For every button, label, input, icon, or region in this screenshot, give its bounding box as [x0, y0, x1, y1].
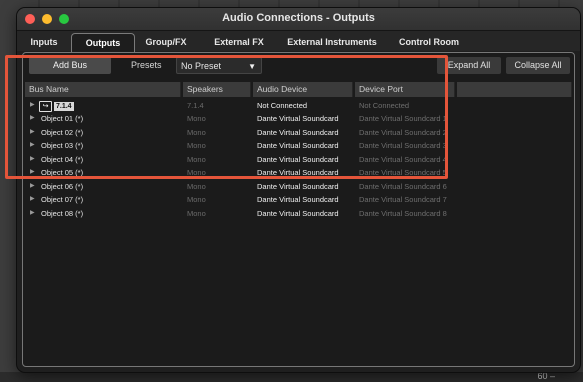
bus-speakers: Mono — [187, 168, 206, 177]
chevron-down-icon: ▼ — [248, 62, 256, 71]
table-row-main-bus[interactable]: ▶ ↪ 7.1.4 7.1.4 Not Connected Not Connect… — [25, 99, 572, 112]
device-port[interactable]: Dante Virtual Soundcard 1 — [359, 112, 447, 125]
expand-all-button[interactable]: Expand All — [437, 57, 501, 74]
toolbar: Add Bus Presets No Preset ▼ Expand All C… — [23, 57, 574, 77]
column-device-port[interactable]: Device Port — [355, 82, 455, 97]
audio-connections-window: Audio Connections - Outputs Inputs Outpu… — [17, 8, 580, 372]
device-port[interactable]: Dante Virtual Soundcard 5 — [359, 166, 447, 179]
tab-group-fx[interactable]: Group/FX — [141, 33, 191, 51]
column-bus-name[interactable]: Bus Name — [25, 82, 181, 97]
column-audio-device[interactable]: Audio Device — [253, 82, 353, 97]
audio-device[interactable]: Dante Virtual Soundcard — [257, 126, 339, 139]
presets-label: Presets — [131, 60, 162, 70]
expand-arrow-icon[interactable]: ▶ — [30, 99, 35, 112]
outputs-panel: Add Bus Presets No Preset ▼ Expand All C… — [22, 52, 575, 367]
device-port[interactable]: Dante Virtual Soundcard 6 — [359, 180, 447, 193]
bus-speakers: Mono — [187, 141, 206, 150]
bus-name: Object 04 (*) — [41, 154, 84, 164]
title-bar[interactable]: Audio Connections - Outputs — [17, 8, 580, 31]
table-row[interactable]: ▶ Object 06 (*) Mono Dante Virtual Sound… — [25, 180, 572, 193]
tab-control-room[interactable]: Control Room — [395, 33, 463, 51]
preset-value: No Preset — [181, 61, 222, 71]
column-extra — [457, 82, 572, 97]
main-bus-name: ↪ 7.1.4 — [39, 99, 74, 112]
expand-arrow-icon[interactable]: ▶ — [30, 193, 35, 206]
bus-speakers: Mono — [187, 195, 206, 204]
main-bus-device[interactable]: Not Connected — [257, 99, 307, 112]
tab-outputs[interactable]: Outputs — [71, 33, 135, 52]
bus-name: Object 01 (*) — [41, 114, 84, 123]
table-row[interactable]: ▶ Object 07 (*) Mono Dante Virtual Sound… — [25, 193, 572, 206]
audio-device[interactable]: Dante Virtual Soundcard — [257, 112, 339, 125]
bus-name: Object 08 (*) — [41, 208, 84, 218]
expand-arrow-icon[interactable]: ▶ — [30, 139, 35, 152]
bus-name: Object 05 (*) — [41, 168, 84, 177]
add-bus-button[interactable]: Add Bus — [29, 57, 111, 74]
bus-speakers: Mono — [187, 114, 206, 123]
audio-device[interactable]: Dante Virtual Soundcard — [257, 193, 339, 206]
preset-select[interactable]: No Preset ▼ — [176, 57, 262, 74]
output-bus-icon: ↪ — [39, 100, 52, 112]
audio-device[interactable]: Dante Virtual Soundcard — [257, 166, 339, 179]
audio-device[interactable]: Dante Virtual Soundcard — [257, 207, 339, 220]
expand-arrow-icon[interactable]: ▶ — [30, 112, 35, 125]
main-bus-port[interactable]: Not Connected — [359, 99, 409, 112]
expand-arrow-icon[interactable]: ▶ — [30, 180, 35, 193]
tab-external-fx[interactable]: External FX — [207, 33, 271, 51]
bus-speakers: Mono — [187, 154, 206, 164]
expand-arrow-icon[interactable]: ▶ — [30, 126, 35, 139]
column-speakers[interactable]: Speakers — [183, 82, 251, 97]
expand-arrow-icon[interactable]: ▶ — [30, 153, 35, 166]
bus-speakers: Mono — [187, 208, 206, 218]
table-row[interactable]: ▶ Object 04 (*) Mono Dante Virtual Sound… — [25, 153, 572, 166]
device-port[interactable]: Dante Virtual Soundcard 2 — [359, 126, 447, 139]
expand-arrow-icon[interactable]: ▶ — [30, 166, 35, 179]
device-port[interactable]: Dante Virtual Soundcard 7 — [359, 193, 447, 206]
bus-name: Object 03 (*) — [41, 141, 84, 150]
main-bus-speakers: 7.1.4 — [187, 101, 204, 110]
expand-arrow-icon[interactable]: ▶ — [30, 207, 35, 220]
table-header: Bus Name Speakers Audio Device Device Po… — [25, 82, 572, 97]
table-row[interactable]: ▶ Object 02 (*) Mono Dante Virtual Sound… — [25, 126, 572, 139]
bus-name: Object 02 (*) — [41, 127, 84, 137]
tab-inputs[interactable]: Inputs — [23, 33, 65, 51]
table-row[interactable]: ▶ Object 01 (*) Mono Dante Virtual Sound… — [25, 112, 572, 125]
table-row[interactable]: ▶ Object 05 (*) Mono Dante Virtual Sound… — [25, 166, 572, 179]
bus-name: Object 07 (*) — [41, 195, 84, 204]
bus-speakers: Mono — [187, 127, 206, 137]
table-row[interactable]: ▶ Object 03 (*) Mono Dante Virtual Sound… — [25, 139, 572, 152]
tab-bar: Inputs Outputs Group/FX External FX Exte… — [17, 31, 580, 52]
audio-device[interactable]: Dante Virtual Soundcard — [257, 153, 339, 166]
background-corner-label: 60 – — [537, 371, 555, 381]
tab-external-instruments[interactable]: External Instruments — [287, 33, 377, 51]
device-port[interactable]: Dante Virtual Soundcard 8 — [359, 207, 447, 220]
background-strip: 60 – — [0, 371, 583, 382]
bus-name: Object 06 (*) — [41, 181, 84, 191]
audio-device[interactable]: Dante Virtual Soundcard — [257, 180, 339, 193]
device-port[interactable]: Dante Virtual Soundcard 4 — [359, 153, 447, 166]
audio-device[interactable]: Dante Virtual Soundcard — [257, 139, 339, 152]
bus-format-badge: 7.1.4 — [54, 101, 74, 111]
window-title: Audio Connections - Outputs — [222, 12, 375, 24]
table-row[interactable]: ▶ Object 08 (*) Mono Dante Virtual Sound… — [25, 207, 572, 220]
device-port[interactable]: Dante Virtual Soundcard 3 — [359, 139, 447, 152]
collapse-all-button[interactable]: Collapse All — [506, 57, 570, 74]
bus-speakers: Mono — [187, 181, 206, 191]
